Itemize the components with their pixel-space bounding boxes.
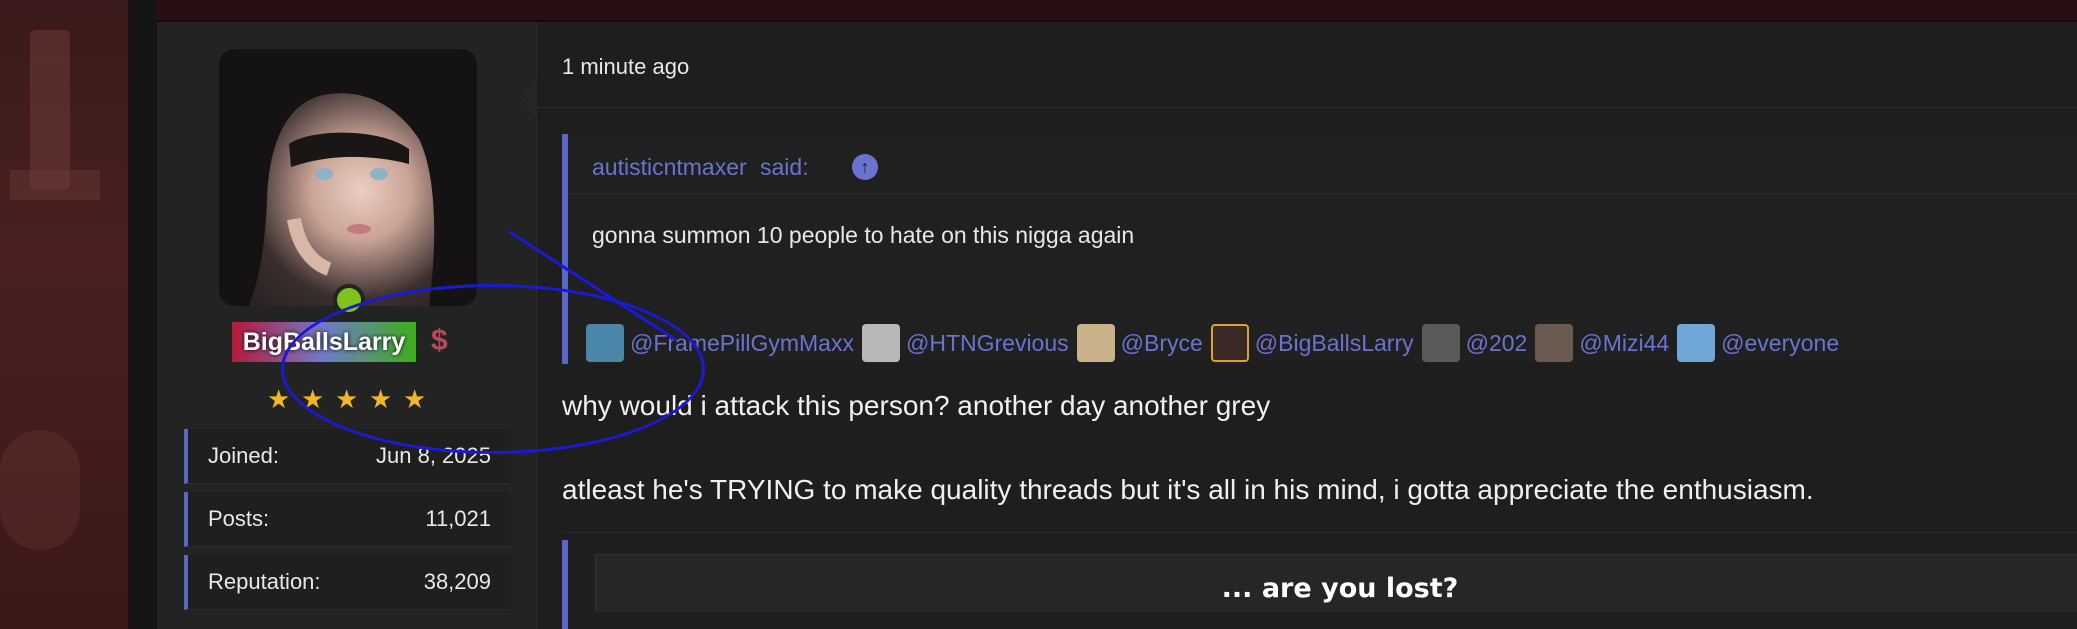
quote-author-link[interactable]: autisticntmaxer [592,154,747,181]
mention-name: @FramePillGymMaxx [630,329,854,356]
user-info-column: BigBallsLarry $ ★ ★ ★ ★ ★ Joined: Jun 8,… [157,22,537,629]
post-container: BigBallsLarry $ ★ ★ ★ ★ ★ Joined: Jun 8,… [157,22,2077,629]
mention-name: @everyone [1721,329,1840,356]
username-banner[interactable]: BigBallsLarry [232,322,416,362]
mention-avatar [1421,324,1460,362]
quote-header: autisticntmaxer said: ↑ [568,134,2077,194]
stat-joined: Joined: Jun 8, 2025 [184,429,511,484]
message-line-1: why would i attack this person? another … [562,390,1271,421]
background-art [0,0,128,629]
top-bar [156,0,2077,22]
mention-link[interactable]: @Mizi44 [1535,324,1669,362]
rating-stars: ★ ★ ★ ★ ★ [267,386,429,412]
stat-value: 38,209 [423,569,491,594]
stat-value: 11,021 [425,506,491,531]
mention-list: @FramePillGymMaxx @HTNGrevious @Bryce @B… [586,324,1847,362]
mention-link[interactable]: @HTNGrevious [861,324,1069,362]
mention-link[interactable]: @everyone [1677,324,1839,362]
background-shape [0,430,80,550]
mention-avatar [1210,324,1249,362]
star-icon: ★ [301,384,325,414]
mention-name: @Bryce [1120,329,1203,356]
divider [562,532,2077,533]
stat-reputation: Reputation: 38,209 [184,555,511,610]
mention-name: @202 [1465,329,1528,356]
dollar-icon: $ [431,324,448,357]
mention-link[interactable]: @FramePillGymMaxx [586,324,854,362]
background-strip [128,0,158,629]
star-icon: ★ [335,384,359,414]
mention-avatar [1535,324,1574,362]
quote-said-label: said: [760,154,809,180]
quote-block: autisticntmaxer said: ↑ gonna summon 10 … [562,134,2077,364]
message-line-2: atleast he's TRYING to make quality thre… [562,474,1814,505]
avatar[interactable] [219,49,477,306]
stat-label: Posts: [208,506,270,531]
mention-name: @BigBallsLarry [1254,329,1414,356]
embedded-title: ... are you lost? [1221,573,1459,604]
embedded-card[interactable]: ... are you lost? [595,554,2077,612]
embedded-block: ... are you lost? [562,540,2077,629]
stat-value: Jun 8, 2025 [376,443,491,468]
online-status-indicator [333,284,365,316]
post-timestamp[interactable]: 1 minute ago [562,54,689,80]
mention-name: @HTNGrevious [905,329,1069,356]
mention-link[interactable]: @BigBallsLarry [1210,324,1414,362]
background-shape [30,30,70,190]
mention-link[interactable]: @202 [1421,324,1528,362]
mention-name: @Mizi44 [1579,329,1670,356]
stat-posts: Posts: 11,021 [184,492,511,547]
quote-text: gonna summon 10 people to hate on this n… [592,222,1135,248]
star-icon: ★ [403,384,427,414]
mention-avatar [1677,324,1716,362]
star-icon: ★ [267,384,291,414]
mention-link[interactable]: @Bryce [1076,324,1203,362]
background-shape [10,170,100,200]
stat-label: Reputation: [208,569,321,594]
star-icon: ★ [369,384,393,414]
post-header: 1 minute ago [537,22,2077,108]
stat-label: Joined: [208,443,279,468]
mention-avatar [586,324,624,362]
avatar-image [219,49,477,306]
mention-avatar [861,324,900,362]
arrow-up-icon[interactable]: ↑ [852,154,878,180]
mention-avatar [1076,324,1115,362]
post-pointer [519,77,537,117]
post-body: 1 minute ago autisticntmaxer said: ↑ gon… [519,22,2077,629]
